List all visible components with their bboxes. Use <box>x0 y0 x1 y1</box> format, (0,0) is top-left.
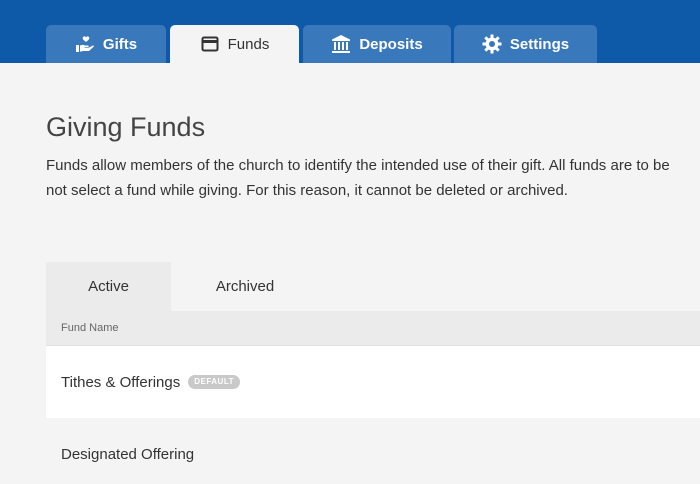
tab-gifts[interactable]: Gifts <box>46 25 166 63</box>
tab-deposits[interactable]: Deposits <box>303 25 451 63</box>
column-header-fund-name[interactable]: Fund Name <box>46 311 700 346</box>
description-line-2: not select a fund while giving. For this… <box>46 182 568 199</box>
tab-settings[interactable]: Settings <box>454 25 597 63</box>
tab-deposits-label: Deposits <box>359 35 423 53</box>
table-row[interactable]: Designated Offering <box>46 418 700 484</box>
fund-status-tabs: Active Archived <box>46 262 700 311</box>
wallet-icon <box>200 34 220 54</box>
description-line-1: Funds allow members of the church to ide… <box>46 157 670 174</box>
tab-funds[interactable]: Funds <box>170 25 299 63</box>
fund-name: Tithes & Offerings <box>61 373 181 391</box>
top-navigation-bar: Gifts Funds Deposits Settings <box>0 0 700 63</box>
fund-name: Designated Offering <box>61 445 195 463</box>
page-title: Giving Funds <box>46 112 206 142</box>
tab-settings-label: Settings <box>509 35 570 53</box>
tab-archived[interactable]: Archived <box>171 262 319 311</box>
hand-heart-icon <box>75 34 95 54</box>
gear-icon <box>482 34 502 54</box>
tab-active[interactable]: Active <box>46 262 171 311</box>
tab-funds-label: Funds <box>227 35 270 53</box>
bank-icon <box>331 34 351 54</box>
table-row[interactable]: Tithes & Offerings DEFAULT <box>46 346 700 418</box>
default-badge: DEFAULT <box>188 375 241 389</box>
tab-gifts-label: Gifts <box>102 35 138 53</box>
funds-table: Fund Name Tithes & Offerings DEFAULT Des… <box>46 311 700 484</box>
page-description: Funds allow members of the church to ide… <box>46 153 700 203</box>
